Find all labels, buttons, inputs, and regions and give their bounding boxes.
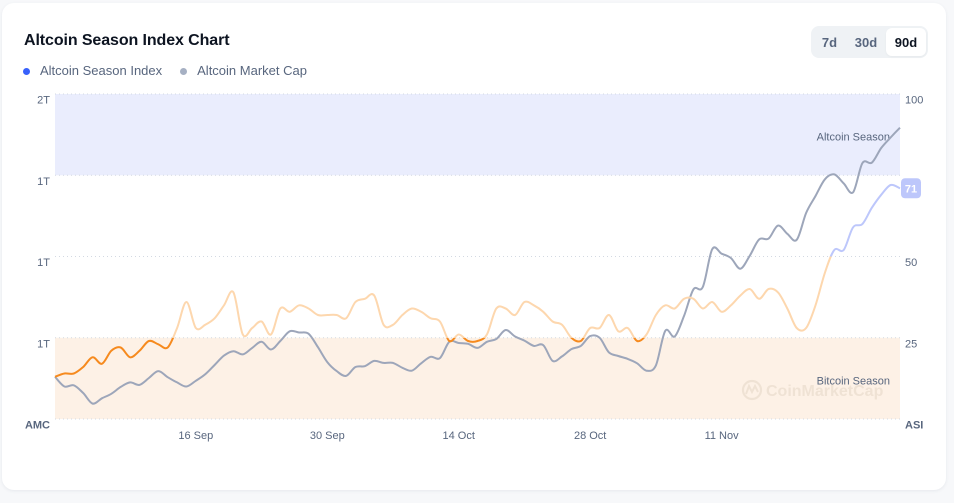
band-label-altcoin-season: Altcoin Season — [817, 132, 890, 144]
current-value-badge: 71 — [901, 178, 921, 199]
left-axis-tick-label: 1T — [37, 176, 50, 188]
left-axis-tick-label: 1T — [37, 257, 50, 269]
chart-plot[interactable]: Altcoin SeasonBitcoin SeasonCoinMarketCa… — [0, 0, 954, 503]
left-axis-tick-label: 1T — [37, 338, 50, 350]
x-axis-tick-label: 30 Sep — [310, 430, 345, 442]
x-axis-tick-label: 28 Oct — [574, 430, 606, 442]
x-axis-tick-label: 16 Sep — [178, 430, 213, 442]
left-axis-tick-label: 2T — [37, 95, 50, 107]
x-axis-tick-label: 14 Oct — [443, 430, 475, 442]
left-axis-title: AMC — [25, 420, 50, 432]
right-axis-tick-label: 50 — [905, 257, 917, 269]
x-axis-tick-label: 11 Nov — [705, 430, 740, 442]
right-axis-tick-label: 100 — [905, 95, 923, 107]
season-bands — [55, 94, 900, 419]
current-value-badge-label: 71 — [905, 183, 917, 195]
band-altcoin-season — [55, 94, 900, 176]
right-axis-title: ASI — [905, 420, 923, 432]
watermark-text: CoinMarketCap — [766, 383, 884, 400]
right-axis-tick-label: 25 — [905, 338, 917, 350]
